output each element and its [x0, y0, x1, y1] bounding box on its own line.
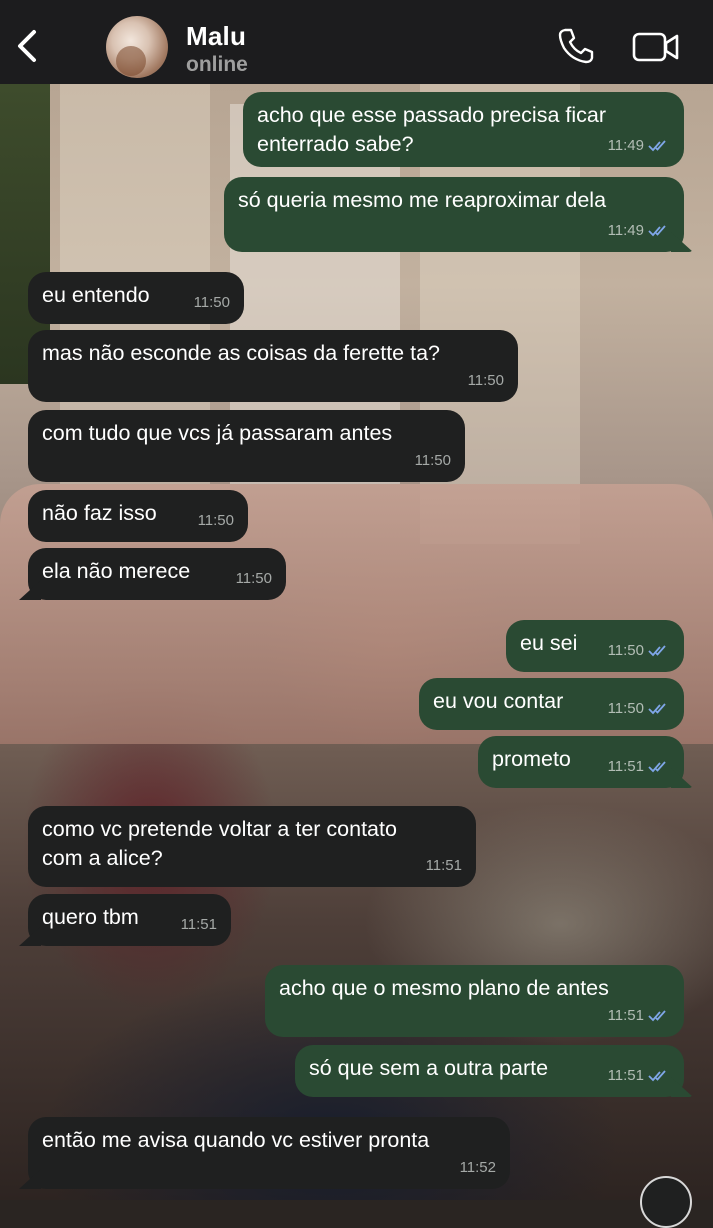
message-meta: 11:50	[236, 564, 272, 593]
message-meta: 11:50	[198, 506, 234, 535]
message-meta: 11:50	[468, 366, 504, 395]
message-text: mas não esconde as coisas da ferette ta?	[42, 341, 440, 365]
message-time: 11:50	[414, 452, 451, 469]
message-meta: 11:51	[426, 851, 462, 880]
read-ticks-icon	[648, 225, 666, 237]
message-text: como vc pretende voltar a ter contato co…	[42, 815, 462, 873]
read-ticks-icon	[648, 761, 666, 773]
message-time: 11:52	[459, 1159, 496, 1176]
message-time: 11:50	[193, 294, 230, 311]
message-outgoing[interactable]: acho que esse passado precisa ficar ente…	[243, 92, 684, 167]
message-meta: 11:50	[608, 694, 670, 723]
message-meta: 11:49	[608, 131, 670, 160]
message-meta: 11:51	[608, 1001, 670, 1030]
message-incoming[interactable]: como vc pretende voltar a ter contato co…	[28, 806, 476, 887]
read-ticks-icon	[648, 140, 666, 152]
message-outgoing[interactable]: eu vou contar 11:50	[419, 678, 684, 730]
message-time: 11:50	[467, 372, 504, 389]
message-time: 11:51	[607, 758, 644, 775]
chat-header: Malu online	[0, 0, 713, 84]
message-time: 11:51	[425, 857, 462, 874]
read-ticks-icon	[648, 1070, 666, 1082]
message-incoming[interactable]: com tudo que vcs já passaram antes 11:50	[28, 410, 465, 482]
message-time: 11:51	[607, 1007, 644, 1024]
message-text: então me avisa quando vc estiver pronta	[42, 1128, 430, 1152]
message-incoming[interactable]: eu entendo 11:50	[28, 272, 244, 324]
message-meta: 11:50	[415, 446, 451, 475]
contact-name[interactable]: Malu	[186, 21, 246, 52]
contact-avatar[interactable]	[106, 16, 168, 78]
scroll-down-button[interactable]	[640, 1176, 692, 1228]
message-incoming[interactable]: quero tbm 11:51	[28, 894, 231, 946]
message-text-content: como vc pretende voltar a ter contato co…	[42, 817, 397, 870]
message-meta: 11:50	[194, 288, 230, 317]
message-outgoing[interactable]: só queria mesmo me reaproximar dela 11:4…	[224, 177, 684, 252]
message-list[interactable]: acho que esse passado precisa ficar ente…	[0, 84, 713, 1200]
message-incoming[interactable]: não faz isso 11:50	[28, 490, 248, 542]
message-outgoing[interactable]: acho que o mesmo plano de antes 11:51	[265, 965, 684, 1037]
back-button[interactable]	[14, 28, 44, 64]
message-time: 11:50	[197, 512, 234, 529]
message-meta: 11:51	[608, 1061, 670, 1090]
message-time: 11:51	[180, 916, 217, 933]
message-meta: 11:52	[460, 1153, 496, 1182]
read-ticks-icon	[648, 645, 666, 657]
message-meta: 11:51	[608, 752, 670, 781]
voice-call-button[interactable]	[556, 26, 596, 66]
read-ticks-icon	[648, 1010, 666, 1022]
read-ticks-icon	[648, 703, 666, 715]
message-meta: 11:49	[608, 216, 670, 245]
back-chevron-icon	[18, 30, 36, 62]
message-outgoing[interactable]: prometo 11:51	[478, 736, 684, 788]
video-camera-icon	[632, 32, 679, 62]
message-time: 11:50	[607, 642, 644, 659]
message-incoming[interactable]: mas não esconde as coisas da ferette ta?…	[28, 330, 518, 402]
message-incoming[interactable]: então me avisa quando vc estiver pronta …	[28, 1117, 510, 1189]
message-meta: 11:51	[181, 910, 217, 939]
message-time: 11:51	[607, 1067, 644, 1084]
message-time: 11:49	[607, 137, 644, 154]
message-incoming[interactable]: ela não merece 11:50	[28, 548, 286, 600]
message-time: 11:50	[607, 700, 644, 717]
phone-icon	[558, 28, 594, 64]
message-text: com tudo que vcs já passaram antes	[42, 421, 393, 445]
message-outgoing[interactable]: só que sem a outra parte 11:51	[295, 1045, 684, 1097]
message-outgoing[interactable]: eu sei 11:50	[506, 620, 684, 672]
message-time: 11:50	[235, 570, 272, 587]
message-text: acho que o mesmo plano de antes	[279, 976, 609, 1000]
message-time: 11:49	[607, 222, 644, 239]
message-meta: 11:50	[608, 636, 670, 665]
video-call-button[interactable]	[632, 31, 680, 63]
contact-status: online	[186, 53, 248, 76]
message-text: só queria mesmo me reaproximar dela	[238, 188, 607, 212]
